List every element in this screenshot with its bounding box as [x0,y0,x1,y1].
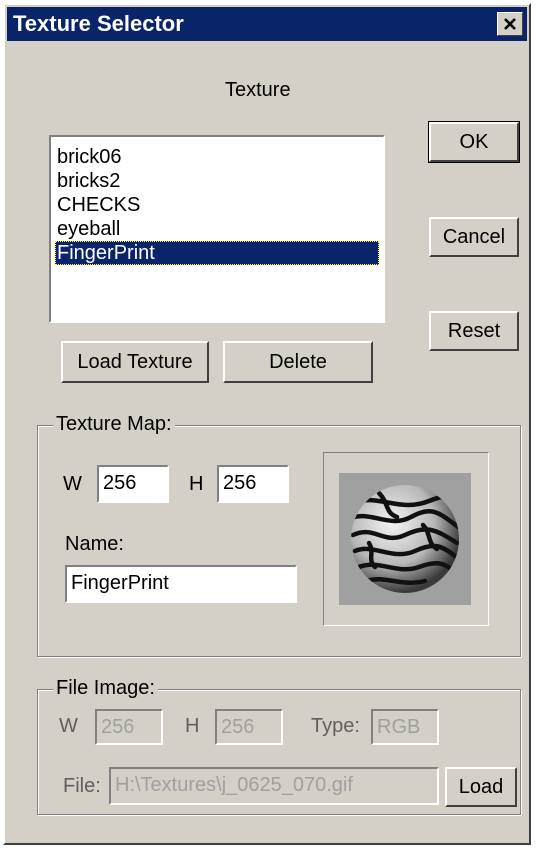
load-texture-button[interactable]: Load Texture [61,341,209,383]
fingerprint-sphere-icon [351,485,459,593]
file-height-label: H [185,715,200,737]
list-item[interactable]: CHECKS [55,193,379,217]
close-button[interactable] [497,12,523,36]
load-button[interactable]: Load [445,767,517,807]
texture-list[interactable]: brick06 bricks2 CHECKS eyeball FingerPri… [49,135,385,323]
file-path-field: H:\Textures\j_0625_070.gif [109,767,439,805]
title-bar: Texture Selector [7,7,527,41]
window-title: Texture Selector [13,11,184,36]
list-item[interactable]: bricks2 [55,169,379,193]
texture-height-label: H [189,473,204,495]
texture-width-input[interactable]: 256 [97,465,169,503]
texture-preview [339,473,471,605]
list-item-selected[interactable]: FingerPrint [55,241,379,265]
texture-height-input[interactable]: 256 [217,465,289,503]
texture-selector-dialog: Texture Selector Texture brick06 bricks2… [3,3,531,845]
file-height-field: 256 [215,709,283,745]
close-icon [504,18,516,30]
ok-button[interactable]: OK [428,121,520,163]
list-item[interactable]: brick06 [55,145,379,169]
reset-button[interactable]: Reset [429,311,519,351]
texture-name-input[interactable]: FingerPrint [65,565,297,603]
name-label: Name: [65,533,124,555]
file-type-label: Type: [311,715,360,737]
file-type-field: RGB [371,709,439,745]
file-path-label: File: [63,775,101,797]
list-item[interactable]: eyeball [55,217,379,241]
file-width-field: 256 [95,709,163,745]
cancel-button[interactable]: Cancel [429,217,519,257]
texture-width-label: W [63,473,82,495]
file-image-title: File Image: [53,677,158,700]
texture-label: Texture [225,79,291,101]
delete-button[interactable]: Delete [223,341,373,383]
file-width-label: W [59,715,78,737]
texture-map-title: Texture Map: [53,413,175,436]
